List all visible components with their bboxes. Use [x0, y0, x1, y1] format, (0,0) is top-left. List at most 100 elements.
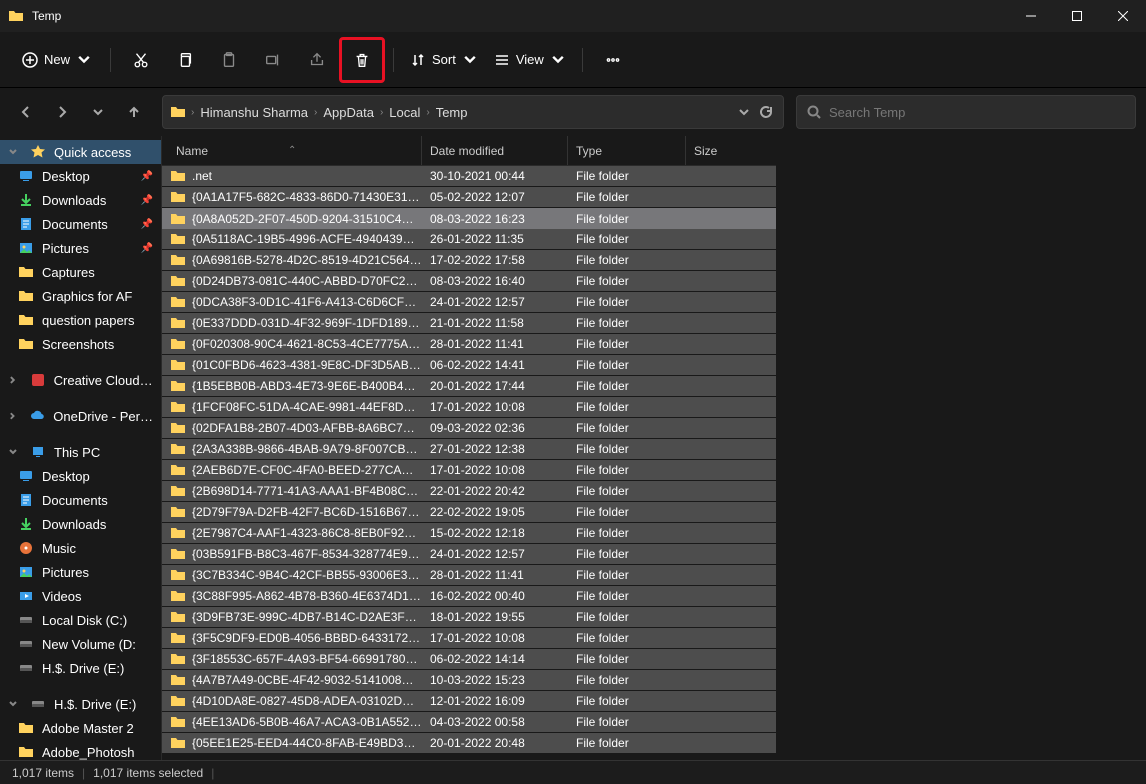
col-size[interactable]: Size: [686, 136, 762, 165]
sidebar-pc-6[interactable]: Local Disk (C:): [0, 608, 161, 632]
forward-button[interactable]: [46, 96, 78, 128]
file-date: 22-01-2022 20:42: [422, 484, 568, 498]
view-button[interactable]: View: [486, 46, 574, 74]
sidebar-hs-1[interactable]: Adobe_Photosh: [0, 740, 161, 760]
file-date: 27-01-2022 12:38: [422, 442, 568, 456]
sidebar-pinned-0[interactable]: Desktop📌: [0, 164, 161, 188]
file-row[interactable]: {2E7987C4-AAF1-4323-86C8-8EB0F92F23...15…: [162, 523, 776, 544]
file-name: {2AEB6D7E-CF0C-4FA0-BEED-277CAC5E3...: [192, 463, 422, 477]
file-row[interactable]: {03B591FB-B8C3-467F-8534-328774E9BD...24…: [162, 544, 776, 565]
chevron-down-icon[interactable]: [737, 105, 751, 119]
sidebar-pc-4[interactable]: Pictures: [0, 560, 161, 584]
file-row[interactable]: {0E337DDD-031D-4F32-969F-1DFD18996 4...2…: [162, 313, 776, 334]
file-date: 17-01-2022 10:08: [422, 463, 568, 477]
file-row[interactable]: {2B698D14-7771-41A3-AAA1-BF4B08CA0...22-…: [162, 481, 776, 502]
cut-button[interactable]: [123, 42, 159, 78]
file-row[interactable]: {3D9FB73E-999C-4DB7-B14C-D2AE3FC7A...18-…: [162, 607, 776, 628]
pin-icon: 📌: [141, 195, 153, 206]
file-row[interactable]: {2AEB6D7E-CF0C-4FA0-BEED-277CAC5E3...17-…: [162, 460, 776, 481]
recent-button[interactable]: [82, 96, 114, 128]
search-input[interactable]: [829, 105, 1125, 120]
maximize-button[interactable]: [1054, 0, 1100, 32]
rename-button[interactable]: [255, 42, 291, 78]
sidebar-pc-3[interactable]: Music: [0, 536, 161, 560]
file-row[interactable]: {2D79F79A-D2FB-42F7-BC6D-1516B6710...22-…: [162, 502, 776, 523]
col-type[interactable]: Type: [568, 136, 686, 165]
file-name: {0D24DB73-081C-440C-ABBD-D70FC2371...: [192, 274, 422, 288]
file-type: File folder: [568, 253, 686, 267]
sidebar-pc-5[interactable]: Videos: [0, 584, 161, 608]
file-type: File folder: [568, 316, 686, 330]
share-button[interactable]: [299, 42, 335, 78]
file-name: {02DFA1B8-2B07-4D03-AFBB-8A6BC7C0...: [192, 421, 422, 435]
crumb-1[interactable]: AppData: [317, 105, 380, 120]
file-row[interactable]: {0A5118AC-19B5-4996-ACFE-4940439D9...26-…: [162, 229, 776, 250]
sidebar-hs-0[interactable]: Adobe Master 2: [0, 716, 161, 740]
paste-button[interactable]: [211, 42, 247, 78]
file-row[interactable]: {0A69816B-5278-4D2C-8519-4D21C5646B...17…: [162, 250, 776, 271]
file-row[interactable]: .net30-10-2021 00:44File folder: [162, 166, 776, 187]
minimize-button[interactable]: [1008, 0, 1054, 32]
file-row[interactable]: {3F18553C-657F-4A93-BF54-66991780AE6...0…: [162, 649, 776, 670]
file-type: File folder: [568, 274, 686, 288]
delete-button[interactable]: [344, 42, 380, 78]
sidebar-hsdrive[interactable]: H.$. Drive (E:): [0, 692, 161, 716]
file-row[interactable]: {05EE1E25-EED4-44C0-8FAB-E49BD39420...20…: [162, 733, 776, 754]
back-button[interactable]: [10, 96, 42, 128]
sidebar-folder-0[interactable]: Captures: [0, 260, 161, 284]
sidebar-pc-8[interactable]: H.$. Drive (E:): [0, 656, 161, 680]
col-name[interactable]: Name⌃: [162, 136, 422, 165]
sidebar-folder-2[interactable]: question papers: [0, 308, 161, 332]
pin-icon: 📌: [141, 171, 153, 182]
sidebar-pinned-1[interactable]: Downloads📌: [0, 188, 161, 212]
sidebar-folder-1[interactable]: Graphics for AF: [0, 284, 161, 308]
col-date[interactable]: Date modified: [422, 136, 568, 165]
copy-button[interactable]: [167, 42, 203, 78]
file-row[interactable]: {4D10DA8E-0827-45D8-ADEA-03102DC2...12-0…: [162, 691, 776, 712]
sidebar-onedrive[interactable]: OneDrive - Person: [0, 404, 161, 428]
crumb-2[interactable]: Local: [383, 105, 426, 120]
sidebar-quick-access[interactable]: Quick access: [0, 140, 161, 164]
file-name: {0A69816B-5278-4D2C-8519-4D21C5646B...: [192, 253, 422, 267]
more-button[interactable]: [595, 42, 631, 78]
file-row[interactable]: {0F020308-90C4-4621-8C53-4CE7775A6A...28…: [162, 334, 776, 355]
sidebar-pinned-3[interactable]: Pictures📌: [0, 236, 161, 260]
file-row[interactable]: {0D24DB73-081C-440C-ABBD-D70FC2371...08-…: [162, 271, 776, 292]
sidebar-pc-2[interactable]: Downloads: [0, 512, 161, 536]
sidebar-pc-0[interactable]: Desktop: [0, 464, 161, 488]
file-row[interactable]: {4A7B7A49-0CBE-4F42-9032-5141008D4D...10…: [162, 670, 776, 691]
file-row[interactable]: {3F5C9DF9-ED0B-4056-BBBD-64331725E5...17…: [162, 628, 776, 649]
file-row[interactable]: {2A3A338B-9866-4BAB-9A79-8F007CBD8...27-…: [162, 439, 776, 460]
file-row[interactable]: {4EE13AD6-5B0B-46A7-ACA3-0B1A55237...04-…: [162, 712, 776, 733]
file-row[interactable]: {0A8A052D-2F07-450D-9204-31510C4DA...08-…: [162, 208, 776, 229]
crumb-3[interactable]: Temp: [430, 105, 474, 120]
new-button[interactable]: New: [12, 46, 102, 74]
up-button[interactable]: [118, 96, 150, 128]
file-row[interactable]: {01C0FBD6-4623-4381-9E8C-DF3D5ABF8...06-…: [162, 355, 776, 376]
file-list[interactable]: .net30-10-2021 00:44File folder{0A1A17F5…: [162, 166, 776, 760]
search-box[interactable]: [796, 95, 1136, 129]
sidebar-pc-1[interactable]: Documents: [0, 488, 161, 512]
sidebar-creative-cloud[interactable]: Creative Cloud Fil: [0, 368, 161, 392]
sidebar-pinned-2[interactable]: Documents📌: [0, 212, 161, 236]
file-date: 22-02-2022 19:05: [422, 505, 568, 519]
file-name: {03B591FB-B8C3-467F-8534-328774E9BD...: [192, 547, 422, 561]
sidebar-pc-7[interactable]: New Volume (D:: [0, 632, 161, 656]
file-date: 05-02-2022 12:07: [422, 190, 568, 204]
refresh-icon[interactable]: [759, 105, 773, 119]
file-row[interactable]: {1FCF08FC-51DA-4CAE-9981-44EF8DCA5...17-…: [162, 397, 776, 418]
file-row[interactable]: {3C88F995-A862-4B78-B360-4E6374D143...16…: [162, 586, 776, 607]
file-row[interactable]: {0A1A17F5-682C-4833-86D0-71430E31EF...05…: [162, 187, 776, 208]
file-date: 17-01-2022 10:08: [422, 400, 568, 414]
file-row[interactable]: {1B5EBB0B-ABD3-4E73-9E6E-B400B45B1...20-…: [162, 376, 776, 397]
file-date: 08-03-2022 16:40: [422, 274, 568, 288]
sidebar-this-pc[interactable]: This PC: [0, 440, 161, 464]
file-row[interactable]: {3C7B334C-9B4C-42CF-BB55-93006E3E9...28-…: [162, 565, 776, 586]
file-row[interactable]: {0DCA38F3-0D1C-41F6-A413-C6D6CFB4...24-0…: [162, 292, 776, 313]
file-row[interactable]: {02DFA1B8-2B07-4D03-AFBB-8A6BC7C0...09-0…: [162, 418, 776, 439]
address-bar[interactable]: › Himanshu Sharma› AppData› Local› Temp: [162, 95, 784, 129]
sidebar-folder-3[interactable]: Screenshots: [0, 332, 161, 356]
crumb-0[interactable]: Himanshu Sharma: [194, 105, 314, 120]
close-button[interactable]: [1100, 0, 1146, 32]
sort-button[interactable]: Sort: [402, 46, 486, 74]
